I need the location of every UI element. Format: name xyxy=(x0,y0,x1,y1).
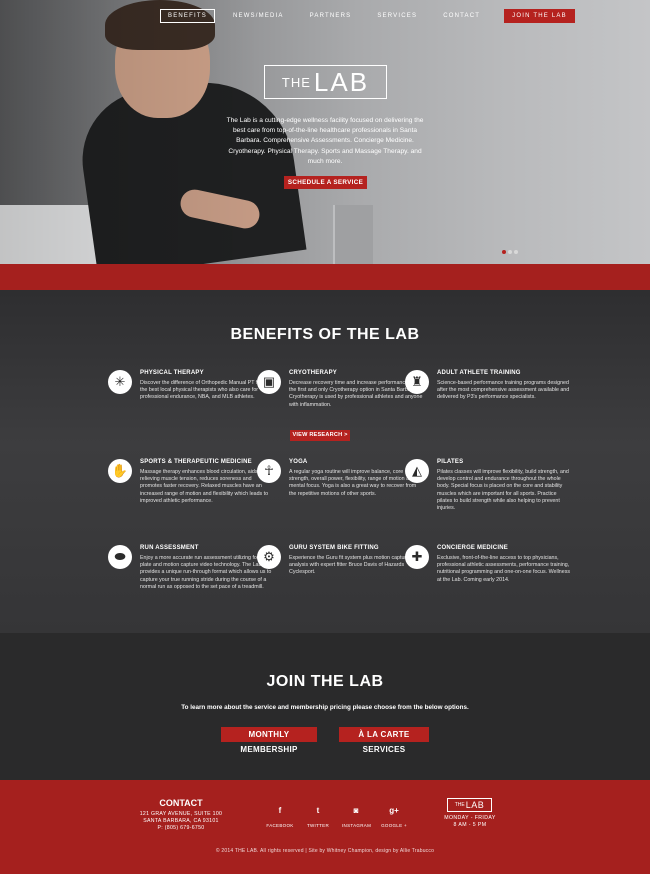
benefit-title: CONCIERGE MEDICINE xyxy=(437,545,508,551)
join-section: JOIN THE LAB To learn more about the ser… xyxy=(0,633,650,780)
slider-dots xyxy=(502,250,518,254)
benefit-physical-therapy: ✳ PHYSICAL THERAPY Discover the differen… xyxy=(108,370,275,402)
a-la-carte-services-button[interactable]: À LA CARTE SERVICES xyxy=(339,727,429,754)
hours-time: 8 AM - 5 PM xyxy=(453,822,487,828)
slider-dot-3[interactable] xyxy=(514,250,518,254)
social-label: FACEBOOK xyxy=(266,823,294,828)
logo-the-text: THE xyxy=(281,74,311,90)
benefit-title: SPORTS & THERAPEUTIC MEDICINE xyxy=(140,459,252,465)
slider-dot-2[interactable] xyxy=(508,250,512,254)
benefit-text: Enjoy a more accurate run assessment uti… xyxy=(140,555,272,590)
benefit-concierge-medicine: ✚ CONCIERGE MEDICINE Exclusive, front-of… xyxy=(405,545,572,584)
benefit-sports-therapeutic-medicine: ✋ SPORTS & THERAPEUTIC MEDICINE Massage … xyxy=(108,459,275,505)
benefit-text: A regular yoga routine will improve bala… xyxy=(289,469,417,497)
benefit-title: YOGA xyxy=(289,459,308,465)
social-label: INSTAGRAM xyxy=(342,823,372,828)
twitter-icon: t xyxy=(316,806,320,815)
benefit-title: CRYOTHERAPY xyxy=(289,370,337,376)
running-shoe-icon: ⬬ xyxy=(108,545,132,569)
social-twitter[interactable]: t TWITTER xyxy=(304,806,332,828)
join-title: JOIN THE LAB xyxy=(266,673,384,690)
benefit-run-assessment: ⬬ RUN ASSESSMENT Enjoy a more accurate r… xyxy=(108,545,275,591)
google-plus-icon: g+ xyxy=(389,806,399,815)
benefit-text: Science-based performance training progr… xyxy=(437,380,570,401)
nav-services[interactable]: SERVICES xyxy=(369,9,425,23)
yoga-pose-icon: ☥ xyxy=(257,459,281,483)
benefit-text: Massage therapy enhances blood circulati… xyxy=(140,469,269,504)
nav-news-media[interactable]: NEWS/MEDIA xyxy=(225,9,292,23)
social-links: f FACEBOOK t TWITTER ◙ INSTAGRAM g+ GOOG… xyxy=(266,806,408,828)
social-label: TWITTER xyxy=(306,823,330,828)
benefit-text: Pilates classes will improve flexibility… xyxy=(437,469,569,512)
footer-logo-the: THE xyxy=(454,802,465,808)
benefit-guru-bike-fitting: ⚙ GURU SYSTEM BIKE FITTING Experience th… xyxy=(257,545,424,577)
benefit-text: Discover the difference of Orthopedic Ma… xyxy=(140,380,267,401)
address-line-2: SANTA BARBARA, CA 93101 xyxy=(143,818,219,824)
vitruvian-icon: ✳ xyxy=(108,370,132,394)
benefit-text: Decrease recovery time and increase perf… xyxy=(289,380,423,408)
hero-section: BENEFITS NEWS/MEDIA PARTNERS SERVICES CO… xyxy=(0,0,650,264)
benefit-cryotherapy: ▣ CRYOTHERAPY Decrease recovery time and… xyxy=(257,370,424,409)
benefit-text: Experience the Guru fit system plus moti… xyxy=(289,555,424,576)
join-subtitle: To learn more about the service and memb… xyxy=(181,704,469,711)
nav-benefits[interactable]: BENEFITS xyxy=(160,9,215,23)
hero-description: The Lab is a cutting-edge wellness facil… xyxy=(226,117,424,165)
top-navigation: BENEFITS NEWS/MEDIA PARTNERS SERVICES CO… xyxy=(160,9,585,23)
footer-logo[interactable]: THE LAB xyxy=(447,798,492,812)
view-research-button[interactable]: VIEW RESEARCH > xyxy=(290,430,350,441)
business-hours: MONDAY - FRIDAY 8 AM - 5 PM xyxy=(430,815,510,829)
footer-contact: CONTACT 121 GRAY AVENUE, SUITE 100 SANTA… xyxy=(138,798,224,832)
monthly-membership-button[interactable]: MONTHLY MEMBERSHIP xyxy=(221,727,317,754)
social-facebook[interactable]: f FACEBOOK xyxy=(266,806,294,828)
benefit-title: PHYSICAL THERAPY xyxy=(140,370,204,376)
phone-number[interactable]: P: (805) 679-6750 xyxy=(138,825,224,832)
nav-contact[interactable]: CONTACT xyxy=(435,9,488,23)
footer: CONTACT 121 GRAY AVENUE, SUITE 100 SANTA… xyxy=(0,780,650,874)
red-divider-band xyxy=(0,264,650,290)
contact-title: CONTACT xyxy=(159,798,203,808)
join-the-lab-button[interactable]: JOIN THE LAB xyxy=(504,9,575,23)
schedule-service-button[interactable]: SCHEDULE A SERVICE xyxy=(284,176,367,189)
benefit-pilates: ◭ PILATES Pilates classes will improve f… xyxy=(405,459,572,512)
facebook-icon: f xyxy=(278,806,282,815)
social-label: GOOGLE + xyxy=(381,823,407,828)
hours-days: MONDAY - FRIDAY xyxy=(444,815,496,821)
bicycle-icon: ⚙ xyxy=(257,545,281,569)
footer-logo-lab: LAB xyxy=(465,800,485,810)
address-line-1: 121 GRAY AVENUE, SUITE 100 xyxy=(139,811,223,817)
massage-hands-icon: ✋ xyxy=(108,459,132,483)
benefit-title: PILATES xyxy=(437,459,464,465)
logo-lab-text: LAB xyxy=(313,66,370,97)
copyright-text: © 2014 THE LAB. All rights reserved | Si… xyxy=(215,848,435,854)
benefit-title: GURU SYSTEM BIKE FITTING xyxy=(289,545,379,551)
weightlifter-icon: ♜ xyxy=(405,370,429,394)
social-google-plus[interactable]: g+ GOOGLE + xyxy=(380,806,408,828)
benefit-text: Exclusive, front-of-the-line access to t… xyxy=(437,555,570,583)
cryo-chamber-icon: ▣ xyxy=(257,370,281,394)
benefit-title: RUN ASSESSMENT xyxy=(140,545,199,551)
benefit-title: ADULT ATHLETE TRAINING xyxy=(437,370,521,376)
benefit-yoga: ☥ YOGA A regular yoga routine will impro… xyxy=(257,459,424,498)
medical-cross-icon: ✚ xyxy=(405,545,429,569)
pilates-pose-icon: ◭ xyxy=(405,459,429,483)
the-lab-logo[interactable]: THE LAB xyxy=(264,65,387,99)
benefits-title: BENEFITS OF THE LAB xyxy=(230,326,420,343)
instagram-icon: ◙ xyxy=(353,806,359,815)
social-instagram[interactable]: ◙ INSTAGRAM xyxy=(342,806,372,828)
benefit-adult-athlete-training: ♜ ADULT ATHLETE TRAINING Science-based p… xyxy=(405,370,572,402)
slider-dot-1[interactable] xyxy=(502,250,506,254)
nav-partners[interactable]: PARTNERS xyxy=(302,9,360,23)
benefits-section: BENEFITS OF THE LAB ✳ PHYSICAL THERAPY D… xyxy=(0,290,650,633)
